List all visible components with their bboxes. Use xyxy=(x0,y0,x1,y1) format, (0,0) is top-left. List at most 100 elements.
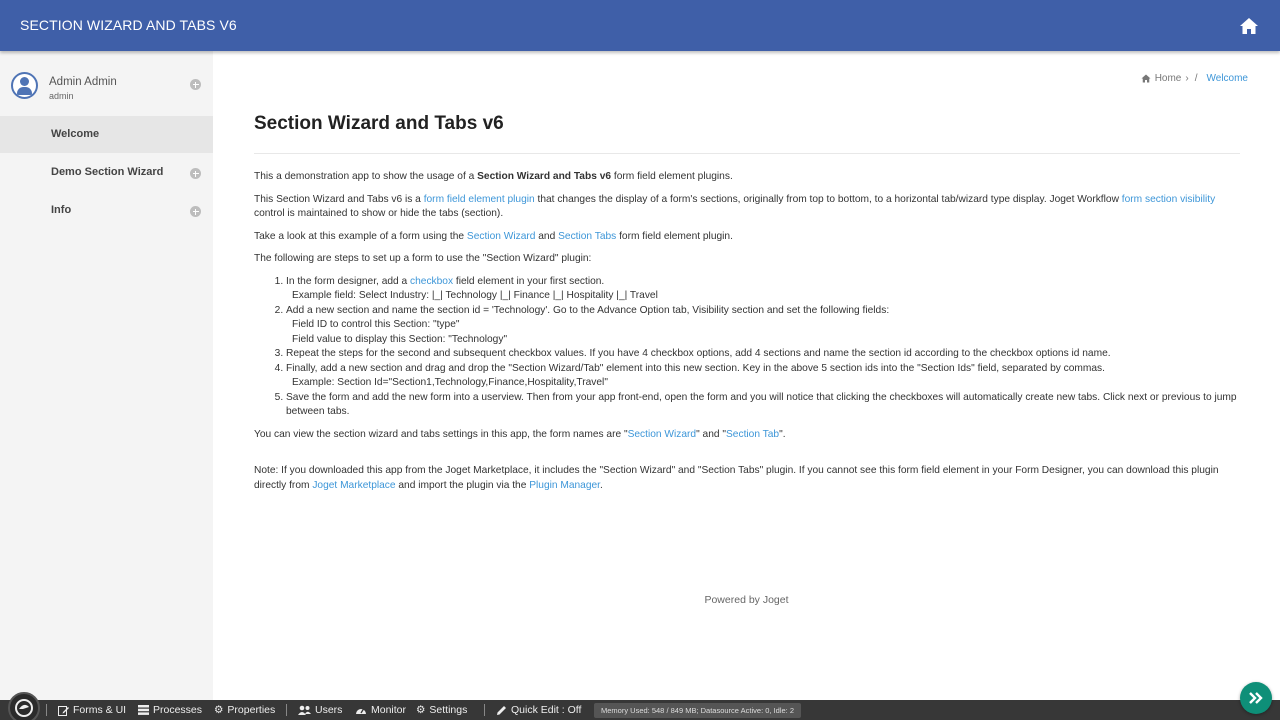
text: Finally, add a new section and drag and … xyxy=(286,362,1105,374)
step-example: Example field: Select Industry: |_| Tech… xyxy=(292,290,658,301)
profile-name: Admin Admin xyxy=(49,76,117,88)
double-chevron-right-icon xyxy=(1249,692,1263,704)
user-profile: Admin Admin admin xyxy=(0,51,213,116)
text: This Section Wizard and Tabs v6 is a xyxy=(254,193,424,205)
breadcrumb-current[interactable]: Welcome xyxy=(1207,73,1249,84)
text: This a demonstration app to show the usa… xyxy=(254,171,478,182)
list-item: Finally, add a new section and drag and … xyxy=(286,362,1240,391)
processes-button[interactable]: Processes xyxy=(138,704,202,716)
settings-button[interactable]: ⚙ Settings xyxy=(416,704,467,716)
step-example: Example: Section Id="Section1,Technology… xyxy=(292,377,608,388)
text: " and " xyxy=(696,428,727,440)
bold-text: Section Wizard and Tabs v6 xyxy=(477,171,612,182)
sidebar-item-label: Welcome xyxy=(51,128,100,140)
step-detail: Field value to display this Section: "Te… xyxy=(292,333,508,345)
memory-status: Memory Used: 548 / 849 MB; Datasource Ac… xyxy=(594,703,802,718)
sidebar-item-demo-section-wizard[interactable]: Demo Section Wizard xyxy=(0,154,213,191)
properties-label: Properties xyxy=(227,704,276,716)
breadcrumb-home[interactable]: Home xyxy=(1155,73,1182,84)
section-tabs-link[interactable]: Section Tabs xyxy=(558,231,616,242)
settings-label: Settings xyxy=(429,704,468,716)
monitor-button[interactable]: Monitor xyxy=(355,704,406,716)
admin-bar: Forms & UI Processes ⚙ Properties Users … xyxy=(0,692,1280,720)
step-detail: Field ID to control this Section: "type" xyxy=(292,319,460,330)
text: field element in your first section. xyxy=(453,275,605,287)
text: Add a new section and name the section i… xyxy=(286,304,890,316)
powered-by: Powered by Joget xyxy=(704,594,789,606)
pencil-icon xyxy=(497,705,506,715)
text: and xyxy=(535,230,559,242)
checkbox-link[interactable]: checkbox xyxy=(410,276,453,287)
divider xyxy=(484,704,485,716)
sidebar-item-label: Demo Section Wizard xyxy=(51,166,164,178)
forms-ui-button[interactable]: Forms & UI xyxy=(58,704,126,716)
text: Take a look at this example of a form us… xyxy=(254,230,467,242)
dashboard-icon xyxy=(356,708,366,714)
list-icon xyxy=(138,705,149,715)
joget-logo-icon xyxy=(15,699,33,717)
joget-marketplace-link[interactable]: Joget Marketplace xyxy=(312,480,395,491)
expand-icon[interactable] xyxy=(190,206,201,217)
text: In the form designer, add a xyxy=(286,275,411,287)
form-section-visibility-link[interactable]: form section visibility xyxy=(1122,194,1215,205)
quick-edit-label: Quick Edit : Off xyxy=(511,704,582,716)
home-button[interactable] xyxy=(1232,10,1266,42)
divider xyxy=(46,704,47,716)
gear-icon: ⚙ xyxy=(214,704,224,716)
list-item: Add a new section and name the section i… xyxy=(286,304,1240,348)
steps-list: In the form designer, add a checkbox fie… xyxy=(254,275,1240,420)
divider xyxy=(286,704,287,716)
text: . xyxy=(600,479,603,491)
example-paragraph: Take a look at this example of a form us… xyxy=(254,230,1240,245)
text: ". xyxy=(779,428,786,440)
plugin-manager-link[interactable]: Plugin Manager xyxy=(529,480,600,491)
users-button[interactable]: Users xyxy=(298,704,342,716)
page-content: This a demonstration app to show the usa… xyxy=(254,170,1240,501)
form-field-element-plugin-link[interactable]: form field element plugin xyxy=(424,194,535,205)
breadcrumb-separator: / xyxy=(1194,73,1198,84)
steps-intro: The following are steps to set up a form… xyxy=(254,253,592,264)
quick-edit-toggle[interactable]: Quick Edit : Off xyxy=(496,704,581,716)
expand-icon[interactable] xyxy=(190,168,201,179)
expand-panel-button[interactable] xyxy=(1240,682,1272,714)
joget-logo-button[interactable] xyxy=(8,692,40,720)
users-icon xyxy=(298,705,311,715)
sidebar-item-label: Info xyxy=(51,204,72,216)
text: form field element plugin. xyxy=(616,230,733,242)
text: You can view the section wizard and tabs… xyxy=(254,428,628,440)
note-paragraph: Note: If you downloaded this app from th… xyxy=(254,464,1240,493)
section-wizard-link[interactable]: Section Wizard xyxy=(467,231,536,242)
list-item: Repeat the steps for the second and subs… xyxy=(286,347,1240,362)
sidebar-item-info[interactable]: Info xyxy=(0,192,213,229)
form-names-paragraph: You can view the section wizard and tabs… xyxy=(254,428,1240,443)
section-tab-form-link[interactable]: Section Tab xyxy=(726,429,779,440)
list-item: Save the form and add the new form into … xyxy=(286,391,1240,420)
profile-username: admin xyxy=(49,91,74,101)
edit-icon xyxy=(58,705,69,716)
intro-paragraph: This a demonstration app to show the usa… xyxy=(254,170,1240,185)
text: form field element plugins. xyxy=(611,171,733,182)
text: that changes the display of a form's sec… xyxy=(534,193,1122,205)
divider xyxy=(254,153,1240,154)
text: and import the plugin via the xyxy=(395,479,530,491)
breadcrumb-separator: › xyxy=(1185,73,1189,84)
processes-label: Processes xyxy=(153,704,203,716)
text: control is maintained to show or hide th… xyxy=(254,208,504,219)
page-title: Section Wizard and Tabs v6 xyxy=(254,113,504,134)
properties-button[interactable]: ⚙ Properties xyxy=(214,704,275,716)
breadcrumb: Home › / Welcome xyxy=(1141,73,1248,84)
users-label: Users xyxy=(315,704,343,716)
forms-ui-label: Forms & UI xyxy=(73,704,127,716)
home-icon xyxy=(1240,18,1258,34)
section-wizard-form-link[interactable]: Section Wizard xyxy=(628,429,697,440)
avatar xyxy=(11,72,38,99)
cogs-icon: ⚙ xyxy=(416,704,426,716)
sidebar-item-welcome[interactable]: Welcome xyxy=(0,116,213,153)
home-icon xyxy=(1141,74,1151,83)
profile-expand-icon[interactable] xyxy=(190,79,201,90)
app-title[interactable]: SECTION WIZARD AND TABS V6 xyxy=(20,17,237,33)
description-paragraph: This Section Wizard and Tabs v6 is a for… xyxy=(254,193,1240,222)
top-header: SECTION WIZARD AND TABS V6 xyxy=(0,0,1280,51)
list-item: In the form designer, add a checkbox fie… xyxy=(286,275,1240,304)
